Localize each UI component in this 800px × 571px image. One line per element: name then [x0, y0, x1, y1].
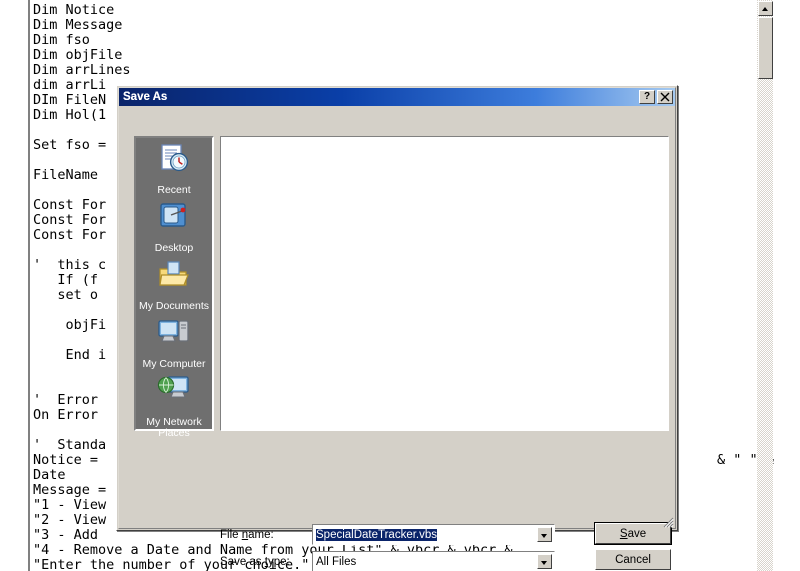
file-name-input[interactable]: SpecialDateTracker.vbs	[312, 524, 555, 545]
help-button[interactable]: ?	[639, 90, 655, 104]
my-computer-icon	[155, 316, 193, 357]
place-label: My Documents	[138, 300, 210, 312]
save-as-type-value: All Files	[316, 555, 357, 568]
place-label: My Computer	[142, 358, 206, 370]
my-documents-icon	[155, 258, 193, 299]
place-label: Desktop	[154, 242, 194, 254]
code-line: Dim objFile	[33, 47, 123, 63]
resize-grip[interactable]	[662, 515, 674, 528]
code-line: Dim fso	[33, 32, 90, 48]
place-my-documents[interactable]: My Documents	[136, 258, 212, 314]
save-as-type-label: Save as type:	[220, 556, 290, 568]
save-as-type-dropdown-arrow-icon[interactable]	[537, 554, 552, 569]
scrollbar-thumb[interactable]	[758, 17, 773, 79]
place-recent[interactable]: Recent	[136, 142, 212, 198]
file-list-pane[interactable]	[220, 136, 669, 431]
desktop-icon	[155, 200, 193, 241]
editor-vertical-scrollbar[interactable]	[756, 0, 773, 571]
save-as-type-combobox[interactable]: All Files	[312, 551, 555, 571]
screen-root: Dim Notice Dim Message Dim fso Dim objFile D…	[0, 0, 800, 571]
code-line: Dim arrLines	[33, 62, 131, 78]
place-label: My Network Places	[146, 416, 202, 439]
place-desktop[interactable]: Desktop	[136, 200, 212, 256]
dialog-title-bar[interactable]: Save As ?	[119, 88, 675, 106]
scroll-up-arrow-icon[interactable]	[758, 1, 773, 16]
save-as-dialog: Save As ? Save in: VBS	[116, 85, 678, 571]
place-my-network-places[interactable]: My Network Places	[136, 374, 212, 439]
file-name-value: SpecialDateTracker.vbs	[316, 528, 438, 541]
recent-documents-icon	[155, 142, 193, 183]
file-name-label: File name:	[220, 529, 274, 541]
close-icon[interactable]	[657, 90, 673, 104]
place-my-computer[interactable]: My Computer	[136, 316, 212, 372]
places-bar[interactable]: Recent Desktop My Documents My Computer …	[134, 136, 214, 439]
place-label: Recent	[157, 184, 191, 196]
code-line: Dim Message	[33, 17, 123, 33]
save-button[interactable]: Save	[594, 522, 672, 545]
file-name-dropdown-arrow-icon[interactable]	[537, 527, 552, 542]
code-line: Dim Notice	[33, 2, 115, 18]
dialog-title: Save As	[123, 91, 168, 103]
cancel-button[interactable]: Cancel	[595, 549, 671, 570]
network-places-icon	[155, 374, 193, 415]
